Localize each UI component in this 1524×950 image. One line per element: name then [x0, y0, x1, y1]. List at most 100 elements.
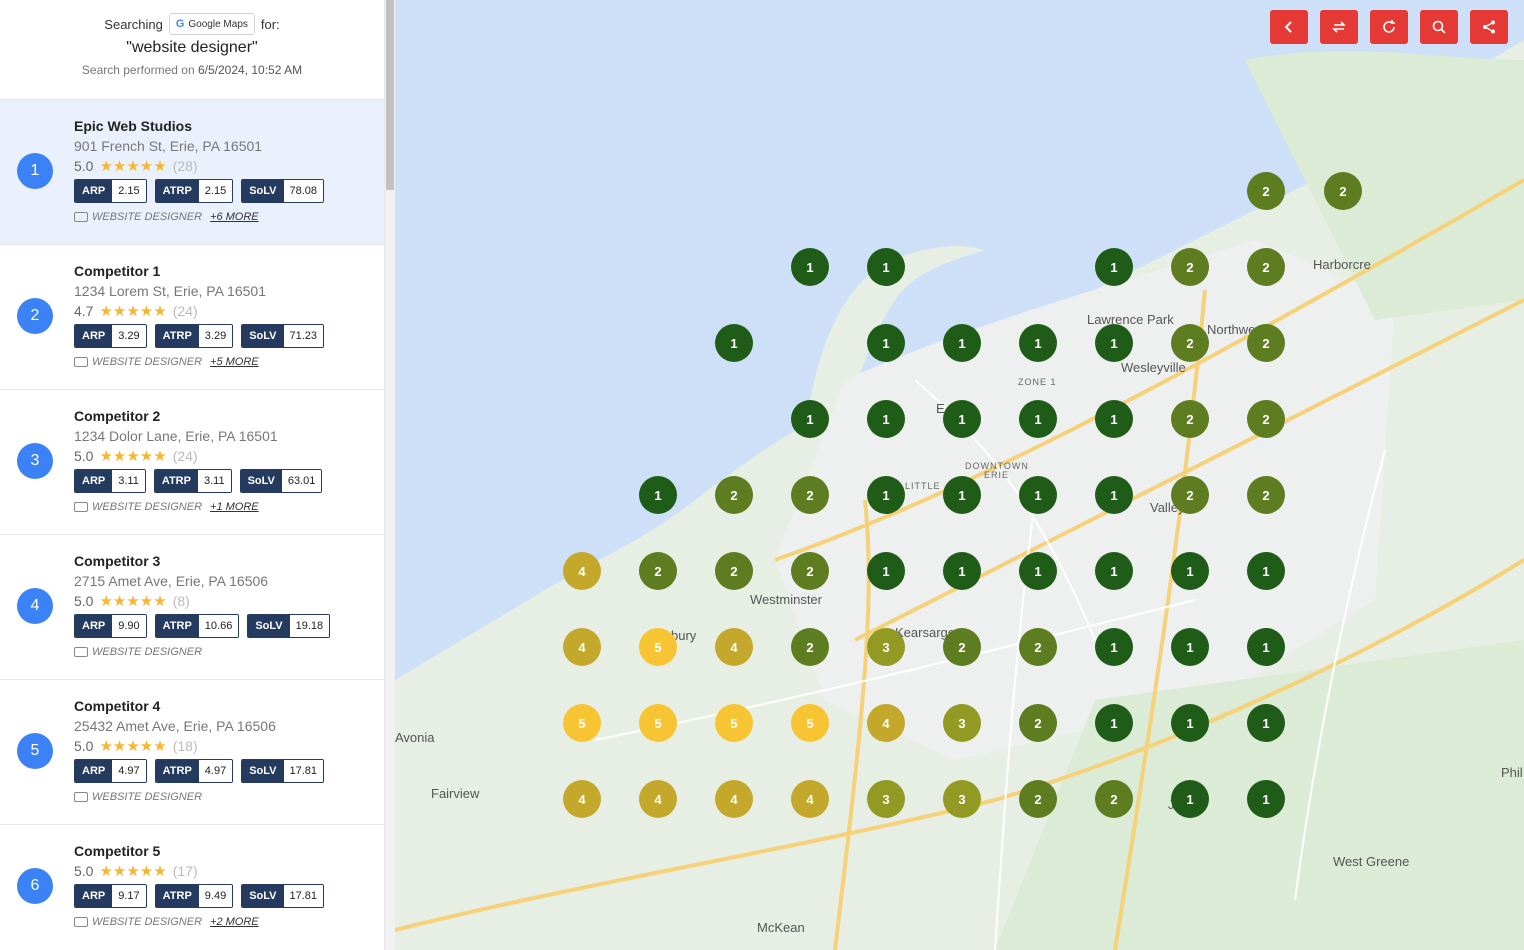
rank-marker[interactable]: 4	[563, 628, 601, 666]
rank-marker[interactable]: 1	[1019, 400, 1057, 438]
rank-marker[interactable]: 5	[563, 704, 601, 742]
rank-marker[interactable]: 5	[639, 628, 677, 666]
business-name[interactable]: Epic Web Studios	[74, 118, 324, 134]
more-categories-link[interactable]: +1 MORE	[210, 501, 259, 513]
rank-marker[interactable]: 2	[1019, 628, 1057, 666]
provider-label: Google Maps	[188, 18, 248, 30]
rank-marker[interactable]: 1	[1247, 552, 1285, 590]
rank-marker[interactable]: 1	[791, 400, 829, 438]
result-item[interactable]: 3 Competitor 2 1234 Dolor Lane, Erie, PA 1…	[0, 390, 384, 535]
rank-marker[interactable]: 1	[867, 476, 905, 514]
rank-marker[interactable]: 4	[639, 780, 677, 818]
rank-marker[interactable]: 1	[1019, 324, 1057, 362]
rank-marker[interactable]: 1	[943, 400, 981, 438]
rank-marker[interactable]: 4	[791, 780, 829, 818]
business-name[interactable]: Competitor 1	[74, 263, 324, 279]
rank-marker[interactable]: 2	[791, 476, 829, 514]
rank-marker[interactable]: 4	[867, 704, 905, 742]
sidebar-scrollbar[interactable]	[385, 0, 395, 950]
rank-marker[interactable]: 2	[791, 552, 829, 590]
rank-marker[interactable]: 4	[715, 780, 753, 818]
rank-marker[interactable]: 1	[1247, 780, 1285, 818]
rank-marker[interactable]: 5	[639, 704, 677, 742]
rank-marker[interactable]: 1	[1095, 552, 1133, 590]
rank-marker[interactable]: 4	[715, 628, 753, 666]
metric-label: SoLV	[240, 470, 282, 492]
rank-marker[interactable]: 2	[1247, 324, 1285, 362]
rank-marker[interactable]: 2	[1247, 248, 1285, 286]
business-name[interactable]: Competitor 2	[74, 408, 322, 424]
rank-marker[interactable]: 2	[639, 552, 677, 590]
more-categories-link[interactable]: +6 MORE	[210, 211, 259, 223]
rank-marker[interactable]: 2	[943, 628, 981, 666]
map-view[interactable]: Westminster Kearsarge Lawrence Park Wesl…	[395, 0, 1524, 950]
business-name[interactable]: Competitor 5	[74, 843, 324, 859]
search-time-label: Search performed on	[81, 63, 195, 77]
rank-marker[interactable]: 1	[715, 324, 753, 362]
rank-marker[interactable]: 2	[715, 552, 753, 590]
rank-marker[interactable]: 4	[563, 780, 601, 818]
rank-marker[interactable]: 1	[1247, 628, 1285, 666]
scrollbar-thumb[interactable]	[386, 0, 394, 190]
rank-marker[interactable]: 1	[1095, 704, 1133, 742]
rank-marker[interactable]: 3	[943, 704, 981, 742]
back-button[interactable]	[1270, 10, 1308, 44]
metric-value: 3.29	[112, 325, 146, 347]
result-item[interactable]: 1 Epic Web Studios 901 French St, Erie, PA…	[0, 100, 384, 245]
rank-marker[interactable]: 1	[1247, 704, 1285, 742]
rank-marker[interactable]: 1	[867, 324, 905, 362]
rank-marker[interactable]: 1	[1171, 628, 1209, 666]
result-item[interactable]: 6 Competitor 5 5.0 ★★★★★ (17) ARP 9.17 ATRP 9.49…	[0, 825, 384, 950]
rank-marker[interactable]: 1	[1095, 476, 1133, 514]
rank-marker[interactable]: 1	[1171, 552, 1209, 590]
rank-marker[interactable]: 2	[1171, 324, 1209, 362]
rank-marker[interactable]: 1	[943, 324, 981, 362]
business-name[interactable]: Competitor 3	[74, 553, 330, 569]
result-item[interactable]: 5 Competitor 4 25432 Amet Ave, Erie, PA 16…	[0, 680, 384, 825]
rank-marker[interactable]: 1	[943, 552, 981, 590]
rank-marker[interactable]: 2	[1324, 172, 1362, 210]
rank-marker[interactable]: 3	[867, 628, 905, 666]
rank-marker[interactable]: 1	[1095, 400, 1133, 438]
rank-marker[interactable]: 4	[563, 552, 601, 590]
more-categories-link[interactable]: +2 MORE	[210, 916, 259, 928]
refresh-button[interactable]	[1370, 10, 1408, 44]
rank-marker[interactable]: 2	[1247, 172, 1285, 210]
rank-marker[interactable]: 1	[943, 476, 981, 514]
result-item[interactable]: 2 Competitor 1 1234 Lorem St, Erie, PA 165…	[0, 245, 384, 390]
metric-value: 4.97	[112, 760, 146, 782]
metric-label: ATRP	[155, 760, 199, 782]
rank-marker[interactable]: 2	[1019, 704, 1057, 742]
rank-marker[interactable]: 2	[1019, 780, 1057, 818]
rank-marker[interactable]: 1	[1171, 780, 1209, 818]
rank-marker[interactable]: 1	[791, 248, 829, 286]
rank-marker[interactable]: 1	[1019, 552, 1057, 590]
rank-marker[interactable]: 1	[867, 552, 905, 590]
share-button[interactable]	[1470, 10, 1508, 44]
rank-marker[interactable]: 5	[791, 704, 829, 742]
rank-marker[interactable]: 2	[1095, 780, 1133, 818]
result-item[interactable]: 4 Competitor 3 2715 Amet Ave, Erie, PA 165…	[0, 535, 384, 680]
rank-marker[interactable]: 2	[1171, 248, 1209, 286]
rank-marker[interactable]: 3	[943, 780, 981, 818]
rank-marker[interactable]: 1	[1171, 704, 1209, 742]
rank-marker[interactable]: 1	[867, 248, 905, 286]
more-categories-link[interactable]: +5 MORE	[210, 356, 259, 368]
rank-marker[interactable]: 2	[1247, 476, 1285, 514]
rank-marker[interactable]: 2	[1171, 400, 1209, 438]
rank-marker[interactable]: 1	[1019, 476, 1057, 514]
rank-marker[interactable]: 3	[867, 780, 905, 818]
rank-marker[interactable]: 2	[1171, 476, 1209, 514]
rank-marker[interactable]: 1	[1095, 324, 1133, 362]
swap-button[interactable]	[1320, 10, 1358, 44]
rank-marker[interactable]: 1	[639, 476, 677, 514]
rank-marker[interactable]: 2	[715, 476, 753, 514]
rank-marker[interactable]: 1	[1095, 628, 1133, 666]
search-button[interactable]	[1420, 10, 1458, 44]
rank-marker[interactable]: 2	[791, 628, 829, 666]
rank-marker[interactable]: 1	[1095, 248, 1133, 286]
rank-marker[interactable]: 1	[867, 400, 905, 438]
rank-marker[interactable]: 5	[715, 704, 753, 742]
business-name[interactable]: Competitor 4	[74, 698, 324, 714]
rank-marker[interactable]: 2	[1247, 400, 1285, 438]
